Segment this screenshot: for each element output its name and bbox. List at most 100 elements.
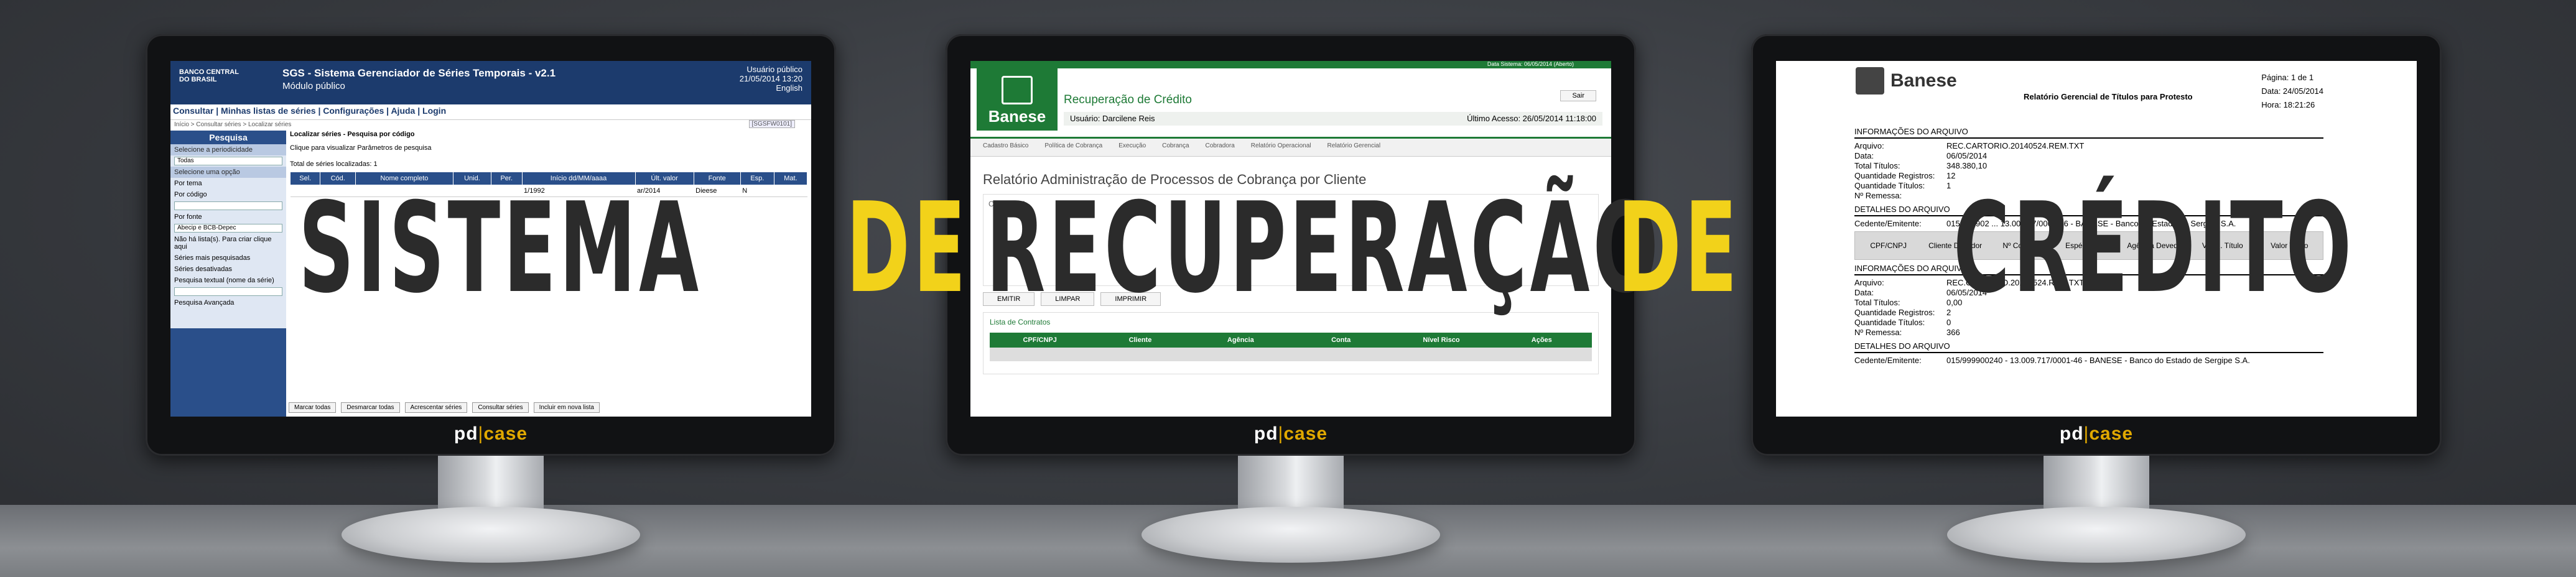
nav-item[interactable]: Relatório Gerencial — [1327, 142, 1380, 156]
nav-item[interactable]: Política de Cobrança — [1044, 142, 1102, 156]
language-link[interactable]: English — [740, 83, 802, 93]
banese-header: Banese Recuperação de Crédito Sair Usuár… — [970, 68, 1611, 139]
info-key: Nº Remessa: — [1854, 328, 1902, 337]
headline-word-de-2: DE — [1617, 176, 1741, 321]
banese-logo-text: Banese — [988, 107, 1046, 126]
mark-all-button[interactable]: Marcar todas — [289, 402, 337, 413]
stand-base-3 — [1947, 507, 2246, 563]
breadcrumb-text[interactable]: Início > Consultar séries > Localizar sé… — [174, 121, 291, 128]
headline: SISTEMA DE RECUPERAÇÃO DE CRÉDITO — [0, 180, 2576, 317]
report-time: Hora: 18:21:26 — [2261, 100, 2315, 109]
stand-neck-2 — [1238, 456, 1344, 512]
banese-logo: Banese — [977, 68, 1058, 131]
nav-item[interactable]: Cobradora — [1206, 142, 1235, 156]
headline-word-recuperacao: RECUPERAÇÃO — [986, 176, 1662, 321]
contracts-list: Lista de Contratos CPF/CNPJ Cliente Agên… — [983, 312, 1599, 374]
info-row: Nº Remessa: 366 — [1854, 328, 2323, 338]
brand-case: case — [2089, 423, 2134, 444]
nav-item[interactable]: Relatório Operacional — [1251, 142, 1311, 156]
main-nav: Cadastro Básico Política de Cobrança Exe… — [970, 139, 1611, 157]
user-date: 21/05/2014 13:20 — [739, 74, 802, 83]
headline-word-de: DE — [846, 176, 969, 321]
info-row: Data: 06/05/2014 — [1854, 151, 2323, 161]
nav-item[interactable]: Cobrança — [1162, 142, 1189, 156]
stand-neck-1 — [438, 456, 544, 512]
sidebar-footer — [170, 328, 286, 417]
user-name: Usuário: Darcilene Reis — [1070, 114, 1155, 123]
section-heading: DETALHES DO ARQUIVO — [1854, 341, 2323, 353]
info-key: Quantidade Títulos: — [1854, 318, 1925, 327]
col-header[interactable]: Conta — [1291, 336, 1391, 344]
new-list-button[interactable]: Incluir em nova lista — [533, 402, 600, 413]
unmark-all-button[interactable]: Desmarcar todas — [341, 402, 400, 413]
pager[interactable] — [990, 348, 1592, 361]
add-series-button[interactable]: Acrescentar séries — [404, 402, 468, 413]
user-line: Usuário público — [746, 65, 802, 74]
nav-item[interactable]: Execução — [1118, 142, 1146, 156]
col-header[interactable]: Ações — [1492, 336, 1592, 344]
info-key: Arquivo: — [1854, 141, 1884, 150]
pdcase-logo: pd|case — [146, 423, 836, 445]
stand-neck-3 — [2044, 456, 2149, 512]
report-date: Data: 24/05/2014 — [2261, 86, 2323, 96]
info-key: Data: — [1854, 151, 1874, 160]
info-key: Total Títulos: — [1854, 161, 1900, 170]
breadcrumb: Início > Consultar séries > Localizar sé… — [170, 120, 811, 131]
info-row: Total Títulos: 348.380,10 — [1854, 161, 2323, 171]
info-value: 348.380,10 — [1946, 161, 1988, 170]
sgs-menu[interactable]: Consultar | Minhas listas de séries | Co… — [170, 104, 811, 120]
col-header[interactable]: Agência — [1191, 336, 1291, 344]
pdcase-logo: pd|case — [1751, 423, 2442, 445]
periodicity-select[interactable]: Todas — [174, 157, 282, 165]
section-title: Localizar séries - Pesquisa por código — [290, 131, 415, 138]
report-logo: Banese — [1856, 67, 1957, 95]
info-row: Arquivo: REC.CARTORIO.20140524.REM.TXT — [1854, 141, 2323, 151]
banese-mark-icon — [1856, 67, 1884, 95]
col-header[interactable]: Nível Risco — [1391, 336, 1491, 344]
sidebar-item: Selecione a periodicidade — [170, 144, 286, 155]
headline-word-credito: CRÉDITO — [1953, 176, 2355, 321]
brand-pd: pd — [2059, 423, 2084, 444]
sidebar-header: Pesquisa — [170, 131, 286, 144]
bcb-logo: BANCO CENTRAL DO BRASIL — [179, 68, 239, 83]
info-value: REC.CARTORIO.20140524.REM.TXT — [1946, 141, 2085, 150]
query-series-button[interactable]: Consultar séries — [472, 402, 529, 413]
info-value: 015/999900240 - 13.009.717/0001-46 - BAN… — [1946, 356, 2250, 365]
col-header[interactable]: CPF/CNPJ — [990, 336, 1090, 344]
brand-pd: pd — [453, 423, 478, 444]
info-value: 366 — [1946, 328, 1960, 337]
brand-case: case — [1283, 423, 1328, 444]
info-key: Cedente/Emitente: — [1854, 356, 1922, 365]
sgs-header: BANCO CENTRAL DO BRASIL SGS - Sistema Ge… — [170, 61, 811, 104]
params-toggle[interactable]: Clique para visualizar Parâmetros de pes… — [290, 144, 807, 152]
report-meta: Página: 1 de 1 Data: 24/05/2014 Hora: 18… — [2261, 71, 2323, 112]
col-header[interactable]: Cliente — [1090, 336, 1190, 344]
info-row: Cedente/Emitente: 015/999900240 - 13.009.… — [1854, 356, 2323, 366]
banese-mark-icon — [1002, 76, 1033, 104]
screen-code: [SGSFW0101] — [748, 120, 795, 128]
stand-base-2 — [1142, 507, 1440, 563]
stand-base-1 — [342, 507, 640, 563]
info-value: 06/05/2014 — [1946, 151, 1988, 160]
nav-item[interactable]: Cadastro Básico — [983, 142, 1028, 156]
report-page: Página: 1 de 1 — [2261, 73, 2314, 82]
app-title: Recuperação de Crédito — [1064, 93, 1192, 106]
info-key: Quantidade Registros: — [1854, 171, 1935, 180]
sidebar-item: Selecione uma opção — [170, 167, 286, 178]
system-date-bar: Data Sistema: 06/05/2014 (Aberto) — [970, 61, 1611, 68]
logout-button[interactable]: Sair — [1560, 90, 1596, 101]
brand-pd: pd — [1253, 423, 1278, 444]
user-info: Usuário público 21/05/2014 13:20 English — [740, 65, 802, 93]
total-label: Total de séries localizadas: 1 — [290, 160, 378, 168]
sgs-title: SGS - Sistema Gerenciador de Séries Temp… — [282, 67, 556, 79]
report-title: Relatório Gerencial de Títulos para Prot… — [2024, 92, 2193, 101]
sgs-actions: Marcar todas Desmarcar todas Acrescentar… — [289, 402, 600, 413]
headline-word-sistema: SISTEMA — [299, 176, 702, 321]
sgs-subtitle: Módulo público — [282, 81, 345, 91]
user-info-bar: Usuário: Darcilene Reis Último Acesso: 2… — [1064, 112, 1602, 126]
info-value: 0 — [1946, 318, 1951, 327]
brand-case: case — [483, 423, 528, 444]
report-logo-text: Banese — [1890, 70, 1957, 91]
contracts-header: CPF/CNPJ Cliente Agência Conta Nível Ris… — [990, 333, 1592, 348]
last-access: Último Acesso: 26/05/2014 11:18:00 — [1467, 114, 1596, 123]
